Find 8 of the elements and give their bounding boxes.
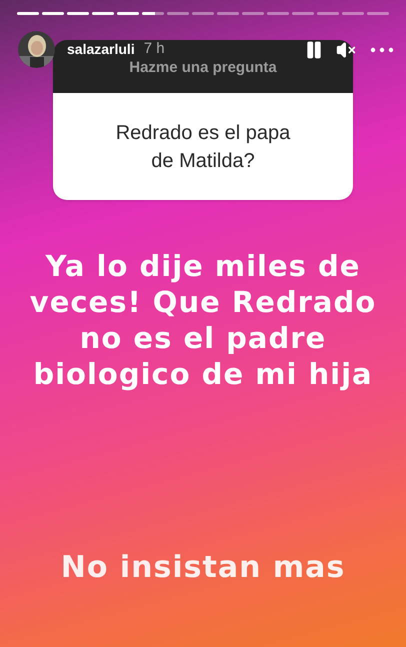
more-icon[interactable]	[370, 46, 394, 52]
story-text: Ya lo dije miles de veces! Que Redrado no es el padre biologico de mi hija	[28, 248, 378, 392]
sticker-title: Hazme una pregunta	[129, 58, 277, 78]
mute-icon[interactable]	[336, 40, 356, 60]
story-text: No insistan mas	[60, 549, 346, 587]
username[interactable]: salazarluli	[67, 39, 135, 60]
question-text: Redrado es el papa de Matilda?	[114, 120, 292, 174]
post-time: 7 h	[144, 39, 165, 60]
